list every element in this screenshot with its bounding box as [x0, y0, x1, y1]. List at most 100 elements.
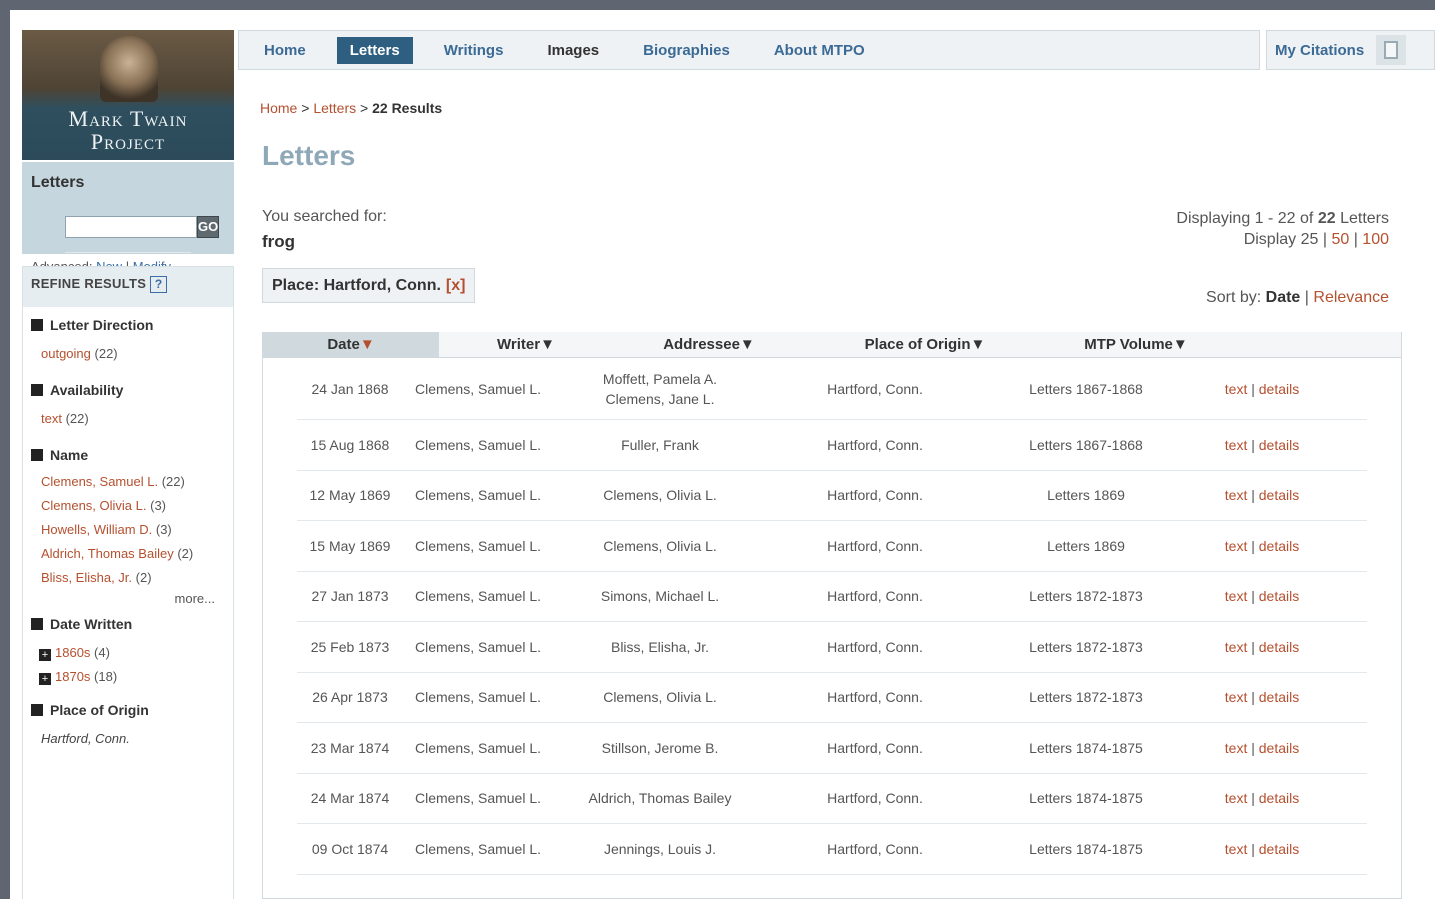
- details-link[interactable]: details: [1259, 538, 1299, 554]
- help-icon[interactable]: ?: [150, 276, 168, 293]
- details-link[interactable]: details: [1259, 381, 1299, 397]
- displaying-prefix: Displaying 1 - 22 of: [1176, 210, 1314, 227]
- details-link[interactable]: details: [1259, 841, 1299, 857]
- refine-results-title: REFINE RESULTS: [31, 276, 147, 291]
- cell-volume: Letters 1869: [1047, 537, 1125, 554]
- expand-plus-icon[interactable]: +: [39, 649, 51, 661]
- mark-twain-project-logo[interactable]: Mark Twain Project: [22, 30, 234, 160]
- collapse-square-icon[interactable]: [31, 704, 43, 716]
- details-link[interactable]: details: [1259, 487, 1299, 503]
- cell-links: text | details: [1224, 436, 1300, 453]
- cell-date: 15 Aug 1868: [310, 436, 390, 453]
- cell-date: 09 Oct 1874: [311, 840, 389, 857]
- nav-about-mtpo[interactable]: About MTPO: [761, 37, 878, 64]
- details-link[interactable]: details: [1259, 437, 1299, 453]
- cell-links: text | details: [1224, 739, 1300, 756]
- cell-place: Hartford, Conn.: [827, 380, 923, 397]
- text-link[interactable]: text: [1225, 790, 1248, 806]
- my-citations-label[interactable]: My Citations: [1275, 42, 1364, 59]
- details-link[interactable]: details: [1259, 740, 1299, 756]
- cell-place: Hartford, Conn.: [827, 638, 923, 655]
- page-title: Letters: [262, 140, 356, 171]
- cell-links: text | details: [1224, 487, 1300, 504]
- text-link[interactable]: text: [1225, 740, 1248, 756]
- collapse-square-icon[interactable]: [31, 384, 43, 396]
- column-header-addressee[interactable]: Addressee▼: [613, 332, 805, 357]
- breadcrumb-home[interactable]: Home: [260, 100, 297, 116]
- facet-link-name[interactable]: Bliss, Elisha, Jr.: [41, 570, 132, 585]
- page: Mark Twain Project Letters GO Advanced: …: [10, 10, 1435, 899]
- go-button[interactable]: GO: [197, 215, 220, 238]
- cell-volume: Letters 1869: [1047, 487, 1125, 504]
- facet-link-name[interactable]: Clemens, Olivia L.: [41, 498, 146, 513]
- my-citations[interactable]: My Citations: [1266, 30, 1435, 70]
- text-link[interactable]: text: [1225, 487, 1248, 503]
- details-link[interactable]: details: [1259, 639, 1299, 655]
- facet-item: Aldrich, Thomas Bailey (2): [41, 545, 233, 563]
- text-link[interactable]: text: [1225, 689, 1248, 705]
- details-link[interactable]: details: [1259, 689, 1299, 705]
- table-row: 09 Oct 1874 Clemens, Samuel L. Jennings,…: [297, 824, 1367, 875]
- cell-writer: Clemens, Samuel L.: [414, 380, 542, 397]
- mark-twain-portrait-image: [100, 36, 158, 102]
- text-link[interactable]: text: [1225, 538, 1248, 554]
- text-link[interactable]: text: [1225, 437, 1248, 453]
- collapse-square-icon[interactable]: [31, 449, 43, 461]
- nav-images[interactable]: Images: [534, 37, 612, 64]
- nav-home[interactable]: Home: [251, 37, 319, 64]
- cell-addressee: Simons, Michael L.: [600, 588, 720, 605]
- column-header-date[interactable]: Date▼: [263, 332, 439, 357]
- nav-biographies[interactable]: Biographies: [630, 37, 743, 64]
- facet-link-name[interactable]: Clemens, Samuel L.: [41, 474, 158, 489]
- details-link[interactable]: details: [1259, 790, 1299, 806]
- cell-place: Hartford, Conn.: [827, 537, 923, 554]
- breadcrumb-letters[interactable]: Letters: [313, 100, 356, 116]
- text-link[interactable]: text: [1225, 381, 1248, 397]
- facet-date-written: Date Written +1860s (4) +1870s (18): [23, 606, 233, 686]
- text-link[interactable]: text: [1225, 588, 1248, 604]
- cell-volume: Letters 1874-1875: [1029, 739, 1143, 756]
- expand-plus-icon[interactable]: +: [39, 673, 51, 685]
- search-input[interactable]: [65, 215, 197, 238]
- facet-availability: Availability text (22): [23, 372, 233, 428]
- remove-filter-button[interactable]: [x]: [446, 277, 466, 295]
- more-names-link[interactable]: more...: [31, 591, 233, 606]
- facet-item: Clemens, Samuel L. (22): [41, 473, 233, 491]
- table-row: 23 Mar 1874 Clemens, Samuel L. Stillson,…: [297, 723, 1367, 774]
- text-link[interactable]: text: [1225, 639, 1248, 655]
- facet-count: (22): [161, 474, 185, 489]
- table-header: Date▼ Writer▼ Addressee▼ Place of Origin…: [263, 332, 1401, 358]
- display-100-link[interactable]: 100: [1362, 231, 1389, 248]
- collapse-square-icon[interactable]: [31, 618, 43, 630]
- displaying-count: 22: [1317, 210, 1336, 227]
- table-row: 26 Apr 1873 Clemens, Samuel L. Clemens, …: [297, 673, 1367, 723]
- facet-link-decade[interactable]: 1860s: [55, 645, 90, 660]
- cell-links: text | details: [1224, 840, 1300, 857]
- cell-writer: Clemens, Samuel L.: [414, 638, 542, 655]
- facet-link-decade[interactable]: 1870s: [55, 669, 90, 684]
- cell-writer: Clemens, Samuel L.: [414, 739, 542, 756]
- nav-letters[interactable]: Letters: [336, 36, 413, 64]
- facet-link-text[interactable]: text: [41, 411, 62, 426]
- cell-writer: Clemens, Samuel L.: [414, 689, 542, 706]
- cell-place: Hartford, Conn.: [827, 689, 923, 706]
- cell-place: Hartford, Conn.: [827, 790, 923, 807]
- details-link[interactable]: details: [1259, 588, 1299, 604]
- nav-writings[interactable]: Writings: [431, 37, 517, 64]
- sort-relevance-link[interactable]: Relevance: [1313, 289, 1389, 306]
- search-label: Letters: [31, 174, 85, 191]
- facet-link-name[interactable]: Howells, William D.: [41, 522, 152, 537]
- collapse-square-icon[interactable]: [31, 319, 43, 331]
- breadcrumb: Home > Letters > 22 Results: [260, 100, 442, 116]
- display-50-link[interactable]: 50: [1331, 231, 1349, 248]
- facet-link-outgoing[interactable]: outgoing: [41, 346, 91, 361]
- facet-link-name[interactable]: Aldrich, Thomas Bailey: [41, 546, 174, 561]
- citations-document-icon[interactable]: [1376, 35, 1407, 65]
- column-header-writer[interactable]: Writer▼: [439, 332, 613, 357]
- cell-writer: Clemens, Samuel L.: [414, 487, 542, 504]
- column-header-place-of-origin[interactable]: Place of Origin▼: [805, 332, 1045, 357]
- displaying-suffix: Letters: [1340, 210, 1389, 227]
- facet-count: (18): [94, 669, 118, 684]
- column-header-mtp-volume[interactable]: MTP Volume▼: [1045, 332, 1227, 357]
- text-link[interactable]: text: [1225, 841, 1248, 857]
